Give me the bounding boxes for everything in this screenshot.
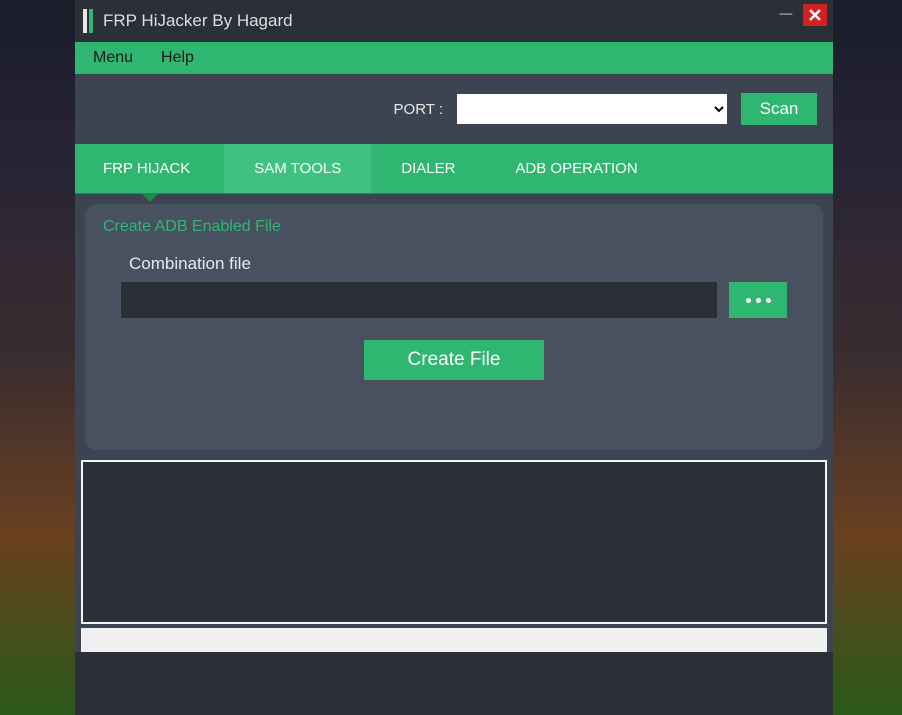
tab-sam-tools[interactable]: SAM TOOLS (224, 144, 371, 193)
tab-frp-hijack[interactable]: FRP HIJACK (75, 144, 224, 193)
browse-button[interactable] (729, 282, 787, 318)
combination-file-label: Combination file (129, 254, 805, 274)
port-select[interactable] (457, 94, 727, 124)
scan-button[interactable]: Scan (741, 93, 817, 125)
tab-dialer[interactable]: DIALER (371, 144, 485, 193)
ellipsis-icon (746, 298, 771, 303)
titlebar[interactable]: FRP HiJacker By Hagard _ (75, 0, 833, 42)
create-file-button[interactable]: Create File (364, 340, 544, 380)
tab-adb-operation[interactable]: ADB OPERATION (485, 144, 667, 193)
menu-item-help[interactable]: Help (161, 49, 194, 67)
close-icon (808, 8, 822, 22)
tab-bar: FRP HIJACK SAM TOOLS DIALER ADB OPERATIO… (75, 144, 833, 194)
close-button[interactable] (803, 4, 827, 26)
app-logo-icon (83, 9, 93, 33)
app-window: FRP HiJacker By Hagard _ Menu Help PORT … (75, 0, 833, 715)
log-output[interactable] (81, 460, 827, 624)
panel-title: Create ADB Enabled File (103, 218, 805, 236)
combination-file-input[interactable] (121, 282, 717, 318)
create-adb-panel: Create ADB Enabled File Combination file… (85, 204, 823, 450)
content-area: Create ADB Enabled File Combination file… (75, 194, 833, 456)
window-title: FRP HiJacker By Hagard (103, 11, 293, 31)
menubar: Menu Help (75, 42, 833, 74)
progress-bar (81, 628, 827, 652)
minimize-button[interactable]: _ (775, 4, 797, 26)
menu-item-menu[interactable]: Menu (93, 49, 133, 67)
port-label: PORT : (394, 101, 443, 118)
port-section: PORT : Scan (75, 74, 833, 144)
bottom-area (75, 652, 833, 715)
